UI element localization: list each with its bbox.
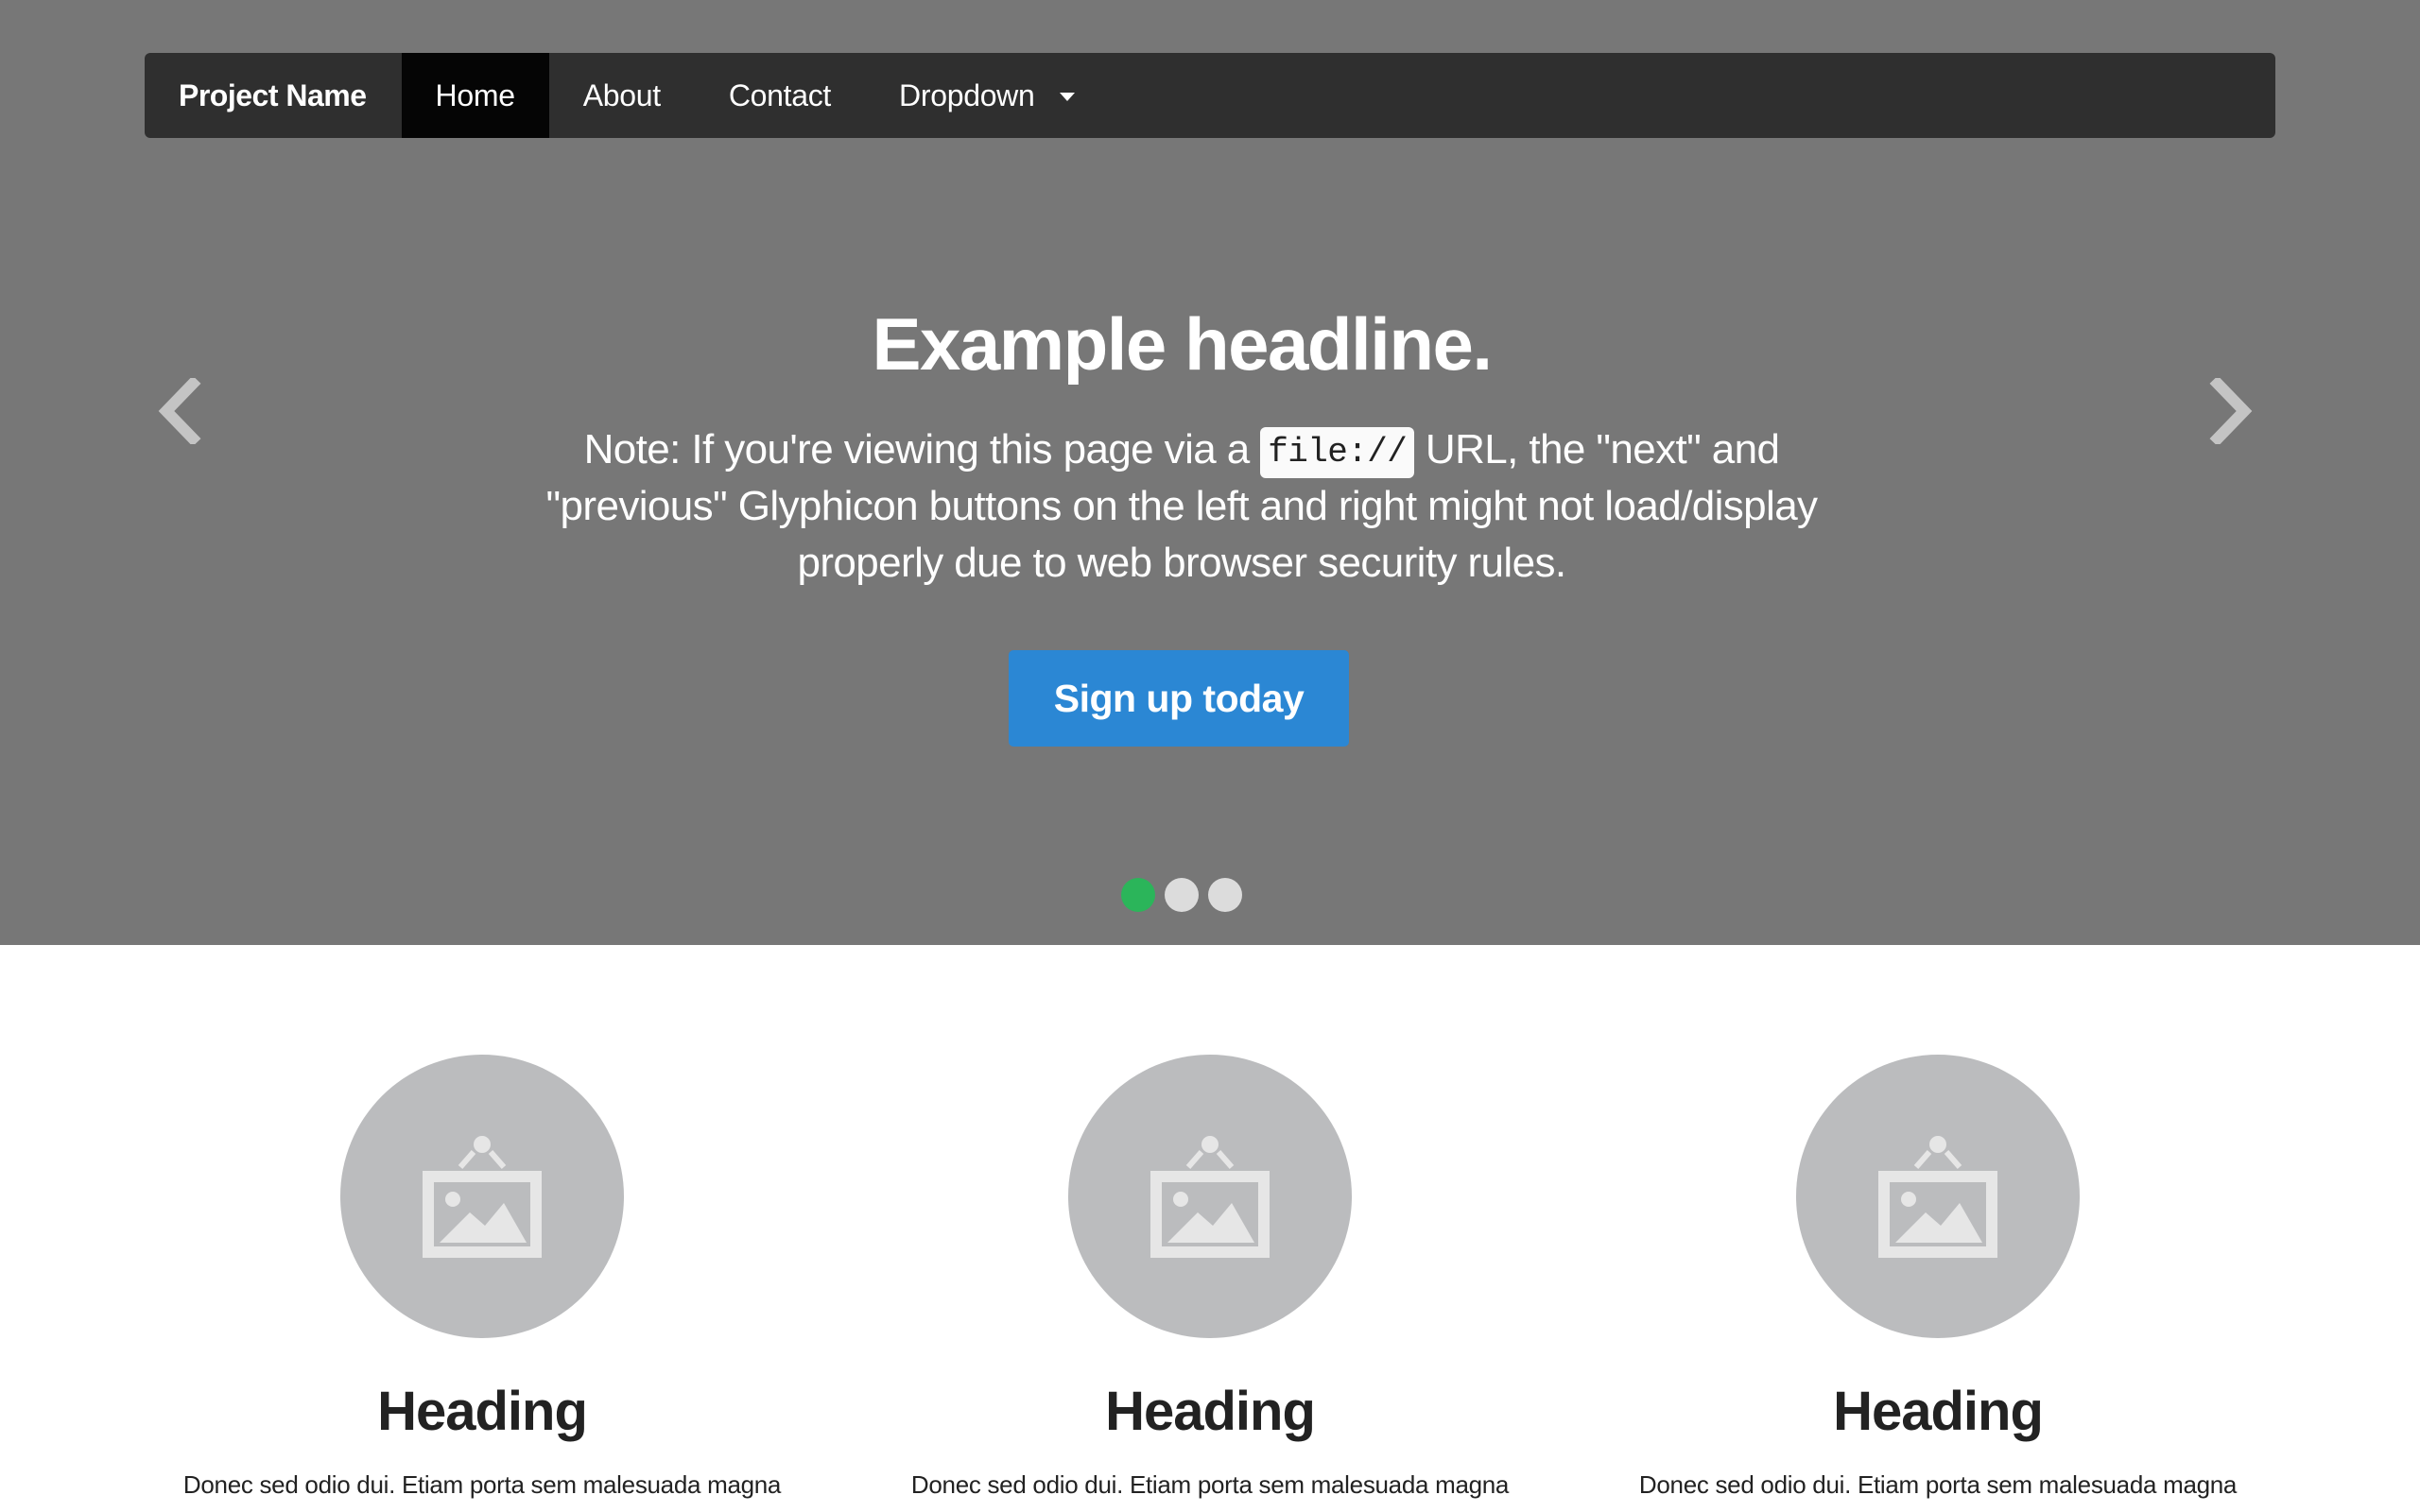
note-code: file://: [1260, 426, 1415, 478]
column-heading: Heading: [377, 1381, 588, 1442]
marketing-column: Heading Donec sed odio dui. Etiam porta …: [1588, 945, 2288, 1500]
nav-item-contact[interactable]: Contact: [695, 53, 865, 138]
carousel-next-button[interactable]: [2203, 373, 2259, 449]
carousel-caption: Example headline. Note: If you're viewin…: [454, 302, 1910, 592]
image-icon: [1150, 1136, 1270, 1258]
marketing-column: Heading Donec sed odio dui. Etiam porta …: [860, 945, 1560, 1500]
carousel-indicators: [1121, 878, 1242, 912]
note-text-start: Note: If you're viewing this page via a: [583, 425, 1261, 472]
column-text: Donec sed odio dui. Etiam porta sem male…: [1638, 1469, 2238, 1499]
marketing-column: Heading Donec sed odio dui. Etiam porta …: [132, 945, 832, 1500]
carousel-indicator-1[interactable]: [1121, 878, 1155, 912]
marketing-columns: Heading Donec sed odio dui. Etiam porta …: [0, 945, 2420, 1512]
image-placeholder: [1068, 1055, 1352, 1338]
sign-up-button[interactable]: Sign up today: [1009, 650, 1349, 747]
carousel-indicator-3[interactable]: [1208, 878, 1242, 912]
nav-item-label: About: [582, 77, 661, 112]
carousel-prev-button[interactable]: [151, 373, 208, 449]
nav-item-label: Contact: [728, 77, 832, 112]
image-placeholder: [340, 1055, 624, 1338]
image-placeholder: [1796, 1055, 2080, 1338]
carousel-headline: Example headline.: [872, 302, 1493, 386]
caret-down-icon: [1059, 92, 1075, 101]
column-heading: Heading: [1833, 1381, 2044, 1442]
image-icon: [423, 1136, 542, 1258]
column-text: Donec sed odio dui. Etiam porta sem male…: [910, 1469, 1510, 1499]
carousel-note: Note: If you're viewing this page via a …: [510, 421, 1853, 592]
chevron-left-icon: [158, 378, 201, 444]
nav-item-home[interactable]: Home: [401, 53, 549, 138]
navbar: Project Name Home About Contact Dropdown: [145, 53, 2275, 138]
chevron-right-icon: [2209, 378, 2253, 444]
nav-item-label: Home: [435, 77, 515, 112]
brand-link[interactable]: Project Name: [145, 53, 402, 138]
column-text: Donec sed odio dui. Etiam porta sem male…: [182, 1469, 782, 1499]
image-icon: [1878, 1136, 1997, 1258]
nav-item-dropdown[interactable]: Dropdown: [865, 53, 1108, 138]
nav-item-about[interactable]: About: [549, 53, 695, 138]
carousel-indicator-2[interactable]: [1165, 878, 1199, 912]
column-heading: Heading: [1105, 1381, 1316, 1442]
hero-carousel: Project Name Home About Contact Dropdown…: [0, 0, 2420, 945]
nav-item-label: Dropdown: [899, 77, 1035, 112]
